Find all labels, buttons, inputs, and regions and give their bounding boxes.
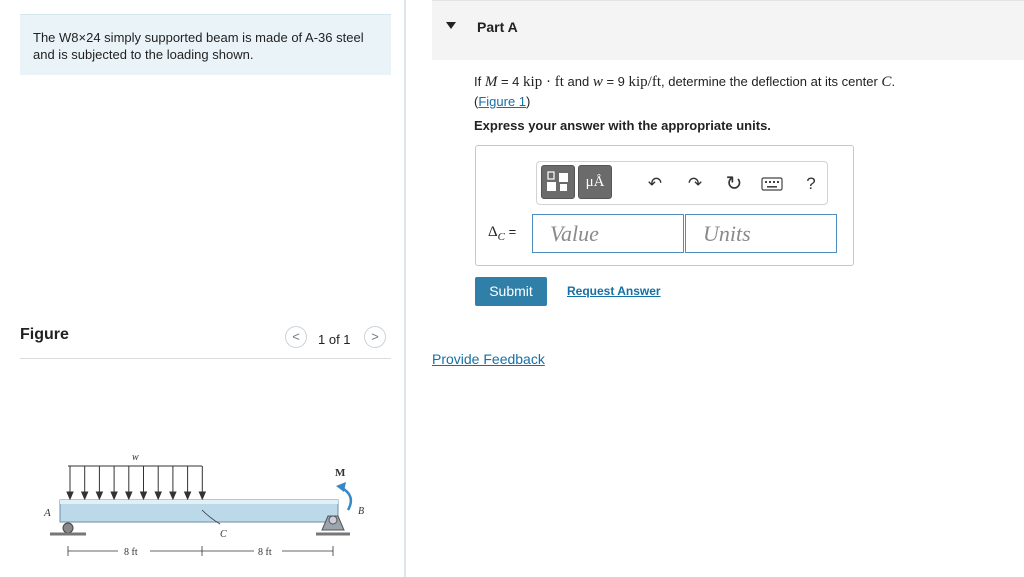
- load-arrowhead: [183, 491, 192, 501]
- q-var-c: C: [881, 74, 892, 90]
- load-arrowhead: [110, 491, 118, 501]
- q-unit1: kip · ft: [523, 74, 564, 90]
- request-answer-link[interactable]: Request Answer: [567, 284, 661, 298]
- q-var-w: w: [592, 74, 603, 90]
- dimension-label-1: 8 ft: [124, 547, 138, 558]
- dimension-line: [67, 546, 334, 556]
- load-arrowhead: [125, 491, 133, 501]
- q-paren-close: ): [526, 94, 531, 109]
- part-title: Part A: [477, 19, 518, 35]
- units-input[interactable]: Units: [685, 214, 837, 253]
- load-arrowhead: [154, 491, 162, 501]
- figure-title: Figure: [20, 326, 69, 343]
- delta-c-label: ΔC =: [488, 224, 516, 243]
- q-and: and: [567, 74, 590, 89]
- right-panel: Part A If M = 4 kip · ft and w = 9 kip/f…: [406, 0, 1024, 577]
- help-button[interactable]: ?: [801, 174, 821, 194]
- dimension-label-2: 8 ft: [258, 547, 272, 558]
- figure-header: Figure < 1 of 1 >: [20, 322, 391, 359]
- q-rest: , determine the deflection at its center: [661, 74, 878, 89]
- units-icon: μÅ: [585, 174, 605, 190]
- answer-box: μÅ ↶ ↷ ↻ ? ΔC = Value Units: [475, 145, 854, 266]
- delta-symbol: Δ: [488, 224, 498, 240]
- beam-flange: [60, 500, 338, 504]
- value-input[interactable]: Value: [532, 214, 684, 253]
- prev-figure-button[interactable]: <: [285, 326, 307, 348]
- templates-icon: [547, 171, 568, 191]
- roller-support-a: [62, 522, 74, 534]
- chevron-left-icon: <: [292, 329, 300, 344]
- question-text: If M = 4 kip · ft and w = 9 kip/ft, dete…: [474, 72, 994, 111]
- keyboard-icon[interactable]: [761, 176, 783, 192]
- problem-text: The W8×24 simply supported beam is made …: [33, 30, 364, 62]
- load-arrowhead: [95, 491, 104, 501]
- figure-pager: 1 of 1: [318, 332, 351, 347]
- units-button[interactable]: μÅ: [578, 165, 612, 199]
- part-header[interactable]: Part A: [432, 0, 1024, 60]
- load-arrowhead: [66, 491, 74, 501]
- q-if: If: [474, 74, 482, 89]
- load-arrowhead: [80, 491, 89, 501]
- point-label-A: A: [43, 507, 51, 519]
- provide-feedback-link[interactable]: Provide Feedback: [432, 351, 545, 367]
- distributed-load: [66, 465, 207, 501]
- submit-button[interactable]: Submit: [475, 277, 547, 306]
- load-arrowhead: [198, 491, 207, 501]
- q-var-m: M: [484, 74, 498, 90]
- math-toolbar: μÅ ↶ ↷ ↻ ?: [536, 161, 828, 205]
- load-label-w: w: [132, 452, 139, 463]
- express-instruction: Express your answer with the appropriate…: [474, 118, 771, 133]
- reset-icon[interactable]: ↻: [724, 174, 744, 194]
- undo-icon[interactable]: ↶: [645, 174, 665, 194]
- next-figure-button[interactable]: >: [364, 326, 386, 348]
- point-label-C: C: [220, 529, 227, 540]
- q-end: .: [891, 74, 896, 89]
- collapse-caret-icon[interactable]: [446, 22, 456, 29]
- q-eq2: = 9: [602, 74, 625, 89]
- pin-b: [328, 515, 338, 525]
- problem-statement: The W8×24 simply supported beam is made …: [20, 14, 391, 75]
- delta-equals: =: [505, 224, 517, 239]
- templates-button[interactable]: [541, 165, 575, 199]
- point-label-B: B: [358, 506, 364, 517]
- figure-link[interactable]: Figure 1: [478, 94, 526, 109]
- q-unit2: kip/ft: [628, 74, 662, 90]
- q-eq1: = 4: [497, 74, 520, 89]
- moment-label-M: M: [335, 467, 346, 479]
- beam-figure: w M A B C 8 ft 8 ft: [43, 452, 364, 558]
- delta-subscript: C: [497, 231, 505, 243]
- chevron-right-icon: >: [371, 329, 379, 344]
- load-arrowhead: [169, 491, 177, 501]
- redo-icon[interactable]: ↷: [685, 174, 705, 194]
- left-panel: The W8×24 simply supported beam is made …: [0, 0, 404, 577]
- load-arrowhead: [139, 491, 148, 501]
